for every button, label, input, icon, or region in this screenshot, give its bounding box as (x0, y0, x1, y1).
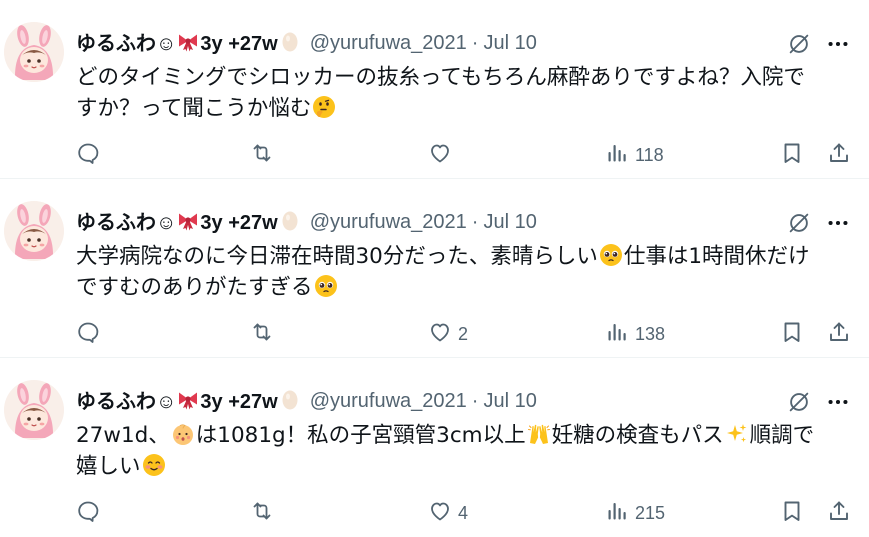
reply-icon (76, 141, 100, 170)
separator: · (471, 210, 479, 233)
share-icon (827, 320, 851, 349)
tweet-header: ゆるふわ☺ 3y +27w @yurufuwa_2021 · Jul 10 (76, 388, 869, 414)
bookmark-button[interactable] (780, 138, 804, 172)
bookmark-button[interactable] (780, 496, 804, 530)
bookmark-icon (780, 320, 804, 349)
tweet-text: 大学病院なのに今日滞在時間30分だった、素晴らしい 仕事は1時間休だけですむのあり… (76, 241, 856, 303)
view-count: 138 (635, 323, 666, 344)
tweet-actions: 118 (0, 138, 869, 172)
view-count: 215 (635, 502, 666, 523)
reply-button[interactable] (76, 138, 100, 172)
user-handle[interactable]: @yurufuwa_2021 (310, 32, 467, 55)
avatar[interactable] (4, 22, 64, 82)
more-icon[interactable] (822, 388, 854, 416)
bookmark-icon (780, 141, 804, 170)
retweet-icon (250, 141, 274, 170)
share-icon (827, 499, 851, 528)
like-button[interactable]: 2 (428, 317, 468, 351)
reply-button[interactable] (76, 317, 100, 351)
reply-icon (76, 320, 100, 349)
bookmark-icon (780, 499, 804, 528)
retweet-icon (250, 320, 274, 349)
tweet-actions: 4 215 (0, 496, 869, 530)
baby-emoji (171, 422, 195, 446)
views-button[interactable]: 138 (605, 317, 665, 351)
raising-hands-emoji (527, 422, 551, 446)
tweet-text-segment: 妊糖の検査もパス (551, 423, 724, 448)
tweet-text: 27w1d、 は1081g！私の子宮頸管3cm以上 妊糖の検査もパス 順調で嬉しい (76, 420, 856, 482)
tweet[interactable]: ゆるふわ☺ 3y +27w @yurufuwa_2021 · Jul 10 どのタ… (0, 0, 869, 179)
user-handle[interactable]: @yurufuwa_2021 (310, 390, 467, 413)
separator: · (471, 31, 479, 54)
views-button[interactable]: 215 (605, 496, 665, 530)
reply-button[interactable] (76, 496, 100, 530)
pleading-face-emoji (599, 243, 623, 267)
like-icon (428, 499, 452, 528)
tweet-actions: 2 138 (0, 317, 869, 351)
views-icon (605, 320, 629, 349)
more-icon[interactable] (822, 209, 854, 237)
tweet-text-segment: すか？って聞こうか悩む (76, 96, 312, 121)
sparkles-emoji (725, 422, 749, 446)
separator: · (471, 389, 479, 412)
ribbon-emoji (176, 208, 200, 238)
share-button[interactable] (827, 496, 851, 530)
tweet-text-segment: どのタイミングでシロッカーの抜糸ってもちろん麻酔ありですよね？入院で (76, 65, 805, 90)
egg-emoji (278, 29, 302, 59)
tweet-date[interactable]: Jul 10 (483, 32, 536, 55)
retweet-button[interactable] (250, 138, 274, 172)
reply-icon (76, 499, 100, 528)
display-name[interactable]: ゆるふわ☺ 3y +27w (76, 27, 302, 60)
tweet-date[interactable]: Jul 10 (483, 390, 536, 413)
like-count: 4 (458, 502, 469, 523)
avatar[interactable] (4, 380, 64, 440)
smiling-face-emoji (142, 453, 166, 477)
tweet-date[interactable]: Jul 10 (483, 211, 536, 234)
ribbon-emoji (176, 387, 200, 417)
tweet-text-segment: 順調で (749, 423, 815, 448)
tweet-text-segment: 27w1d、 (76, 423, 170, 448)
grok-icon[interactable] (785, 30, 813, 58)
egg-emoji (278, 387, 302, 417)
tweet[interactable]: ゆるふわ☺ 3y +27w @yurufuwa_2021 · Jul 10 27w… (0, 358, 869, 537)
display-name[interactable]: ゆるふわ☺ 3y +27w (76, 206, 302, 239)
display-name[interactable]: ゆるふわ☺ 3y +27w (76, 385, 302, 418)
tweet-text-segment: 嬉しい (76, 454, 141, 479)
avatar[interactable] (4, 201, 64, 261)
egg-emoji (278, 208, 302, 238)
like-count: 2 (458, 323, 469, 344)
tweet-text-segment: ですむのありがたすぎる (76, 275, 313, 300)
like-button[interactable]: 4 (428, 496, 468, 530)
tweet-header: ゆるふわ☺ 3y +27w @yurufuwa_2021 · Jul 10 (76, 209, 869, 235)
retweet-button[interactable] (250, 317, 274, 351)
user-handle[interactable]: @yurufuwa_2021 (310, 211, 467, 234)
views-icon (605, 141, 629, 170)
pleading-face-emoji (314, 274, 338, 298)
thinking-face-emoji (312, 95, 336, 119)
grok-icon[interactable] (785, 388, 813, 416)
tweet-text-segment: 仕事は1時間休だけ (623, 244, 810, 269)
tweet-text-segment: は1081g！私の子宮頸管3cm以上 (195, 423, 526, 448)
ribbon-emoji (176, 29, 200, 59)
tweet-header: ゆるふわ☺ 3y +27w @yurufuwa_2021 · Jul 10 (76, 30, 869, 56)
tweet-text: どのタイミングでシロッカーの抜糸ってもちろん麻酔ありですよね？入院で すか？って聞… (76, 62, 856, 124)
share-button[interactable] (827, 317, 851, 351)
like-icon (428, 141, 452, 170)
retweet-button[interactable] (250, 496, 274, 530)
view-count: 118 (635, 144, 664, 165)
share-button[interactable] (827, 138, 851, 172)
views-icon (605, 499, 629, 528)
like-button[interactable] (428, 138, 458, 172)
grok-icon[interactable] (785, 209, 813, 237)
like-icon (428, 320, 452, 349)
tweet[interactable]: ゆるふわ☺ 3y +27w @yurufuwa_2021 · Jul 10 大学病… (0, 179, 869, 358)
more-icon[interactable] (822, 30, 854, 58)
retweet-icon (250, 499, 274, 528)
tweet-text-segment: 大学病院なのに今日滞在時間30分だった、素晴らしい (76, 244, 598, 269)
share-icon (827, 141, 851, 170)
timeline: ゆるふわ☺ 3y +27w @yurufuwa_2021 · Jul 10 どのタ… (0, 0, 869, 537)
views-button[interactable]: 118 (605, 138, 664, 172)
bookmark-button[interactable] (780, 317, 804, 351)
